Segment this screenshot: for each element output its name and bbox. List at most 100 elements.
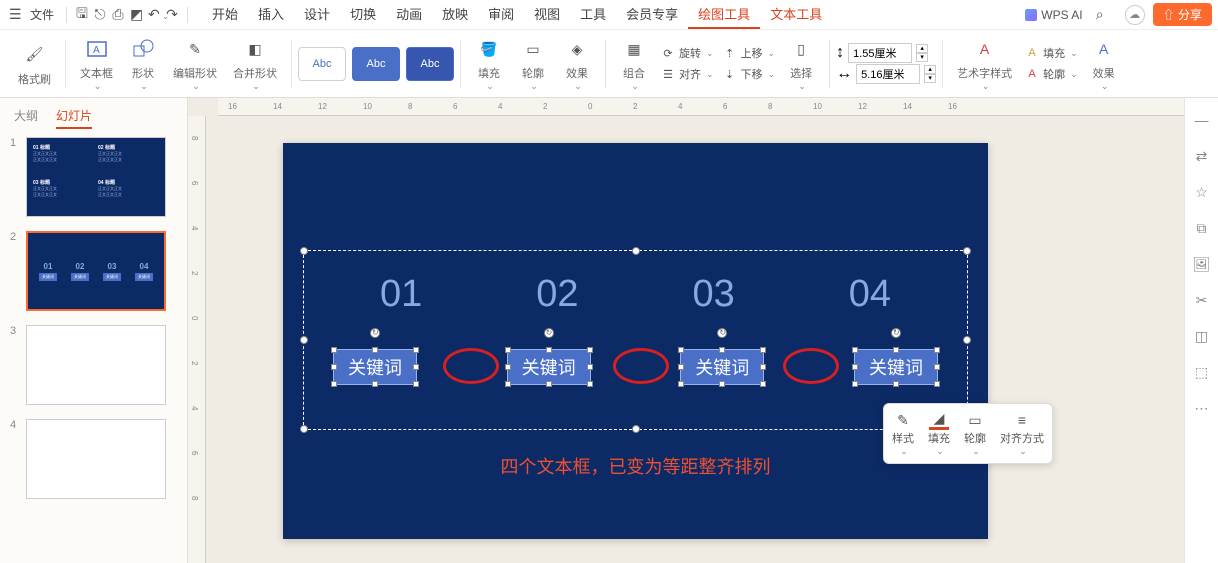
align-icon: ≡	[1012, 410, 1032, 430]
ribbon: 🖌 格式刷 A 文本框 形状 ✎ 编辑形状 ◧ 合并形状 Abc Abc Abc…	[0, 30, 1218, 98]
textbox-icon: A	[83, 35, 111, 63]
shape-button[interactable]: 形状	[121, 31, 165, 96]
edit-shape-button[interactable]: ✎ 编辑形状	[165, 31, 225, 96]
keyword-box-3[interactable]: 关键词	[680, 349, 764, 385]
outline-icon: ▭	[519, 35, 547, 63]
group-button[interactable]: ▦ 组合	[612, 31, 656, 96]
tab-start[interactable]: 开始	[202, 0, 248, 29]
effect-button[interactable]: ◈ 效果	[555, 31, 599, 96]
save-icon[interactable]: 🖫	[73, 0, 91, 31]
redo-icon[interactable]: ↷	[163, 2, 181, 27]
width-down[interactable]: ▾	[924, 74, 936, 83]
right-rail: — ⇄ ☆ ⧉ 🖼 ✂ ◫ ⬚ ⋯	[1184, 98, 1218, 563]
format-painter-icon: 🖌	[21, 41, 49, 69]
tab-review[interactable]: 审阅	[478, 0, 524, 29]
preview-icon[interactable]: ◩	[127, 2, 145, 27]
float-fill-button[interactable]: ◢填充	[928, 410, 950, 457]
width-input[interactable]	[856, 64, 920, 84]
slide-thumb-1[interactable]: 01 标题正文正文正文正文正文正文 02 标题正文正文正文正文正文正文 03 标…	[26, 137, 166, 217]
tab-tools[interactable]: 工具	[570, 0, 616, 29]
file-menu[interactable]: 文件	[24, 2, 60, 27]
fill-button[interactable]: 🪣 填充	[467, 31, 511, 96]
rotation-handle[interactable]	[370, 328, 380, 338]
menu-icon[interactable]: ☰	[6, 2, 24, 27]
slide-thumb-3[interactable]	[26, 325, 166, 405]
edit-shape-icon: ✎	[181, 35, 209, 63]
height-down[interactable]: ▾	[916, 53, 928, 62]
wordart-style-button[interactable]: A 艺术字样式	[949, 31, 1020, 96]
style-preset-1[interactable]: Abc	[298, 47, 346, 81]
rail-collapse-icon[interactable]: —	[1193, 112, 1211, 130]
rail-layers-icon[interactable]: ⧉	[1193, 220, 1211, 238]
rail-settings-icon[interactable]: ⇄	[1193, 148, 1211, 166]
tab-animation[interactable]: 动画	[386, 0, 432, 29]
move-up-button[interactable]: ⇡上移	[718, 43, 780, 63]
keyword-box-1[interactable]: 关键词	[333, 349, 417, 385]
tab-slideshow[interactable]: 放映	[432, 0, 478, 29]
style-preset-2[interactable]: Abc	[352, 47, 400, 81]
text-outline-button[interactable]: A轮廓	[1020, 64, 1082, 84]
canvas-area[interactable]: 16141210 8642 0246 810121416 8642 02468 …	[188, 98, 1218, 563]
merge-shape-icon: ◧	[241, 35, 269, 63]
share-button[interactable]: ⇧ 分享	[1153, 3, 1212, 26]
select-button[interactable]: ▯ 选择	[779, 31, 823, 96]
export-icon[interactable]: ⎋	[91, 2, 109, 27]
annotation-oval-3	[783, 348, 839, 384]
numbers-row: 01 02 03 04	[283, 273, 988, 316]
keyword-box-4[interactable]: 关键词	[854, 349, 938, 385]
rotation-handle[interactable]	[891, 328, 901, 338]
keyword-box-2[interactable]: 关键词	[507, 349, 591, 385]
textbox-button[interactable]: A 文本框	[72, 31, 121, 96]
rotation-handle[interactable]	[544, 328, 554, 338]
shape-icon	[129, 35, 157, 63]
rotation-handle[interactable]	[717, 328, 727, 338]
float-outline-button[interactable]: ▭轮廓	[964, 410, 986, 457]
align-button[interactable]: ☰对齐	[656, 64, 718, 84]
outline-button[interactable]: ▭ 轮廓	[511, 31, 555, 96]
float-style-button[interactable]: ✎样式	[892, 410, 914, 457]
rotate-button[interactable]: ⟳旋转	[656, 43, 718, 63]
move-up-icon: ⇡	[722, 45, 738, 61]
slide-thumb-4[interactable]	[26, 419, 166, 499]
rail-star-icon[interactable]: ☆	[1193, 184, 1211, 202]
tab-vip[interactable]: 会员专享	[616, 0, 688, 29]
float-align-button[interactable]: ≡对齐方式	[1000, 410, 1044, 457]
cloud-sync-icon[interactable]: ☁	[1125, 5, 1145, 25]
slide-canvas[interactable]: 01 02 03 04 关键词 关键词 关键词	[283, 143, 988, 539]
print-icon[interactable]: ⎙	[109, 2, 127, 27]
slide-panel: 大纲 幻灯片 1 01 标题正文正文正文正文正文正文 02 标题正文正文正文正文…	[0, 98, 188, 563]
number-03: 03	[692, 273, 734, 316]
search-icon[interactable]: ⌕	[1091, 2, 1109, 27]
wps-ai-button[interactable]: WPS AI	[1025, 8, 1082, 22]
text-effect-button[interactable]: A 效果	[1082, 31, 1126, 96]
width-up[interactable]: ▴	[924, 65, 936, 74]
number-01: 01	[380, 273, 422, 316]
outline-tab[interactable]: 大纲	[14, 104, 38, 129]
rail-template-icon[interactable]: ⬚	[1193, 364, 1211, 382]
style-preset-3[interactable]: Abc	[406, 47, 454, 81]
slide-thumb-2[interactable]: 01关键词 02关键词 03关键词 04关键词	[26, 231, 166, 311]
tab-drawing-tools[interactable]: 绘图工具	[688, 0, 760, 29]
tab-transition[interactable]: 切换	[340, 0, 386, 29]
tab-insert[interactable]: 插入	[248, 0, 294, 29]
tab-view[interactable]: 视图	[524, 0, 570, 29]
align-icon: ☰	[660, 66, 676, 82]
rail-bookmark-icon[interactable]: ◫	[1193, 328, 1211, 346]
rail-tools-icon[interactable]: ✂	[1193, 292, 1211, 310]
undo-icon[interactable]: ↶	[145, 2, 163, 27]
shape-style-gallery: Abc Abc Abc	[298, 47, 454, 81]
thumb-number: 2	[10, 231, 20, 243]
tab-text-tools[interactable]: 文本工具	[760, 0, 832, 29]
rail-more-icon[interactable]: ⋯	[1193, 400, 1211, 418]
pen-icon: ✎	[893, 410, 913, 430]
merge-shape-button[interactable]: ◧ 合并形状	[225, 31, 285, 96]
format-painter-button[interactable]: 🖌 格式刷	[10, 37, 59, 91]
text-effect-icon: A	[1090, 35, 1118, 63]
move-down-button[interactable]: ⇣下移	[718, 64, 780, 84]
height-up[interactable]: ▴	[916, 44, 928, 53]
slides-tab[interactable]: 幻灯片	[56, 104, 92, 129]
text-fill-button[interactable]: A填充	[1020, 43, 1082, 63]
tab-design[interactable]: 设计	[294, 0, 340, 29]
rail-image-icon[interactable]: 🖼	[1193, 256, 1211, 274]
height-input[interactable]	[848, 43, 912, 63]
